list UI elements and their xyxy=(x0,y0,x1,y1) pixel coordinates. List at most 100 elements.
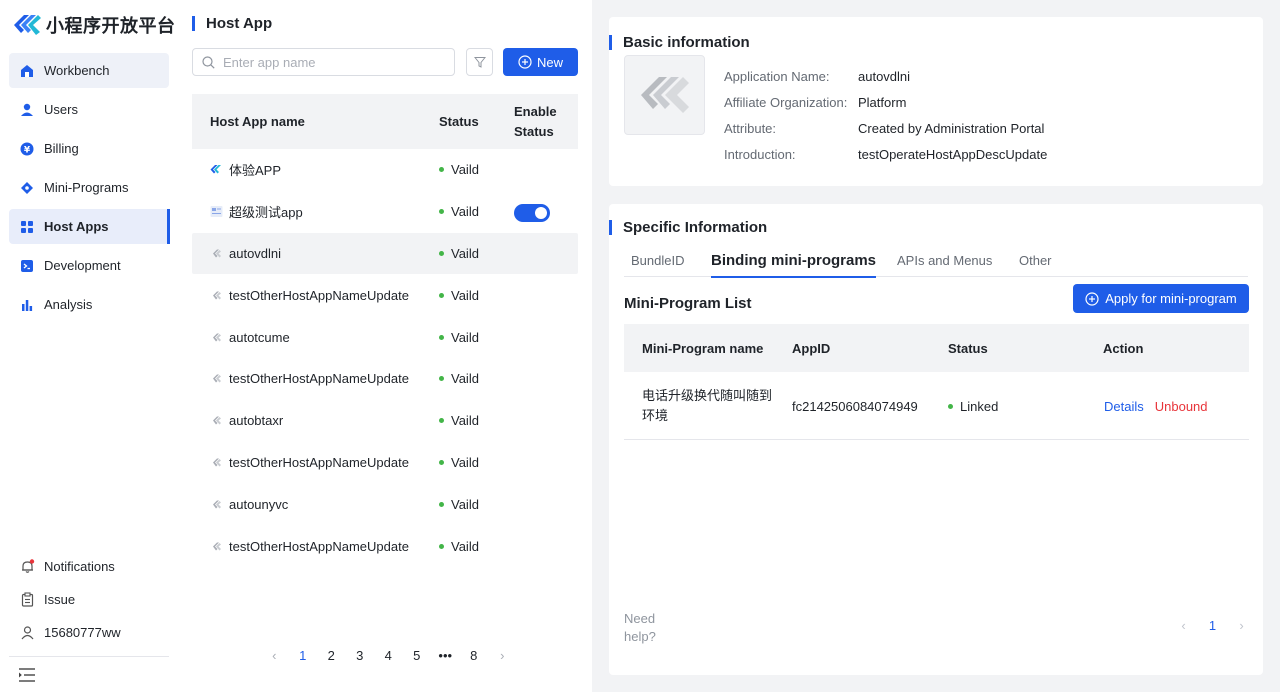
prev-page-icon[interactable]: ‹ xyxy=(1169,618,1198,633)
status-text: Vaild xyxy=(451,329,479,345)
column-header-appid: AppID xyxy=(792,340,831,356)
table-row[interactable]: 体验APP Vaild xyxy=(192,149,578,191)
logo-icon xyxy=(14,15,41,35)
yuan-icon: ¥ xyxy=(19,141,35,157)
prev-page-icon[interactable]: ‹ xyxy=(260,648,289,663)
details-link[interactable]: Details xyxy=(1104,399,1144,414)
table-row[interactable]: 超级测试app Vaild xyxy=(192,191,578,233)
table-row[interactable]: testOtherHostAppNameUpdate Vaild xyxy=(192,358,578,400)
unbound-link[interactable]: Unbound xyxy=(1155,399,1208,414)
brand-name: 小程序开放平台 xyxy=(46,16,176,37)
host-app-name: autobtaxr xyxy=(210,400,283,442)
status-dot xyxy=(948,403,953,409)
page-number[interactable]: 4 xyxy=(374,648,403,663)
sidebar-item-notifications[interactable]: Notifications xyxy=(9,550,169,583)
app-icon xyxy=(213,416,221,425)
sidebar-nav: Workbench Users ¥ Billing Mini-Programs … xyxy=(9,53,170,326)
sidebar-item-issue[interactable]: Issue xyxy=(9,583,169,616)
info-field-value: Created by Administration Portal xyxy=(858,121,1045,136)
sidebar-item-label: Workbench xyxy=(44,63,110,78)
status-dot xyxy=(439,543,444,549)
table-row[interactable]: autobtaxr Vaild xyxy=(192,400,578,442)
home-icon xyxy=(19,63,35,79)
app-icon xyxy=(213,291,221,300)
tab-bundleid[interactable]: BundleID xyxy=(631,244,684,277)
enable-status-toggle[interactable] xyxy=(514,203,550,222)
sidebar-item-label: Host Apps xyxy=(44,219,109,234)
sidebar-item-development[interactable]: Development xyxy=(9,248,169,283)
page-number[interactable]: 3 xyxy=(346,648,375,663)
mini-program-name-line1: 电话升级换代随叫随到 xyxy=(642,388,773,403)
host-app-name: testOtherHostAppNameUpdate xyxy=(210,358,409,400)
search-input[interactable]: Enter app name xyxy=(192,48,455,76)
mini-program-pagination: ‹ 1 › xyxy=(1169,618,1256,633)
page-number[interactable]: 2 xyxy=(317,648,346,663)
page-number[interactable]: 8 xyxy=(460,648,489,663)
plus-circle-icon xyxy=(1085,291,1099,306)
card-title: Specific Information xyxy=(609,219,767,236)
apply-mini-program-button[interactable]: Apply for mini-program xyxy=(1073,284,1249,313)
host-app-status: Vaild xyxy=(439,274,479,316)
collapse-menu-icon[interactable] xyxy=(18,667,36,683)
tab-other[interactable]: Other xyxy=(1019,244,1052,277)
table-row[interactable]: testOtherHostAppNameUpdate Vaild xyxy=(192,442,578,484)
mini-program-list-title: Mini-Program List xyxy=(624,295,752,312)
table-row[interactable]: autovdlni Vaild xyxy=(192,232,578,275)
sidebar-item-host-apps[interactable]: Host Apps xyxy=(9,209,170,244)
column-header-name[interactable]: Host App name xyxy=(210,94,305,149)
brand-logo[interactable]: 小程序开放平台 xyxy=(12,11,176,39)
sidebar-item-label: Issue xyxy=(44,592,76,607)
info-field-label: Affiliate Organization: xyxy=(724,95,848,110)
host-app-name: testOtherHostAppNameUpdate xyxy=(210,525,409,567)
title-accent-bar xyxy=(192,16,195,31)
mini-program-appid: fc2142506084074949 xyxy=(792,398,918,414)
page-number[interactable]: 1 xyxy=(289,648,318,663)
sidebar-item-label: Users xyxy=(44,102,78,117)
tab-binding-mini-programs[interactable]: Binding mini-programs xyxy=(711,244,876,278)
tab-apis-and-menus[interactable]: APIs and Menus xyxy=(897,244,992,277)
page-ellipsis[interactable]: ••• xyxy=(431,648,460,663)
new-app-button[interactable]: New xyxy=(503,48,578,76)
host-app-name-text: autotcume xyxy=(229,329,290,345)
host-app-status: Vaild xyxy=(439,233,479,275)
sidebar-item-mini-programs[interactable]: Mini-Programs xyxy=(9,170,169,205)
status-text: Vaild xyxy=(451,245,479,261)
help-link[interactable]: Need help? xyxy=(624,610,664,646)
status-dot xyxy=(439,376,444,382)
panel-title-text: Host App xyxy=(206,15,273,32)
table-row[interactable]: autounyvc Vaild xyxy=(192,483,578,525)
column-header-enable-status[interactable]: Enable Status xyxy=(514,94,557,149)
sidebar-item-workbench[interactable]: Workbench xyxy=(9,53,169,88)
host-app-name-text: testOtherHostAppNameUpdate xyxy=(229,538,409,554)
next-page-icon[interactable]: › xyxy=(1227,618,1256,633)
host-app-status: Vaild xyxy=(439,400,479,442)
app-icon xyxy=(213,458,221,467)
page-number[interactable]: 1 xyxy=(1198,618,1227,633)
app-logo-thumbnail xyxy=(624,55,705,135)
filter-icon xyxy=(473,57,486,68)
status-text: Vaild xyxy=(451,538,479,554)
table-row: 电话升级换代随叫随到 环境 fc2142506084074949 Linked … xyxy=(624,372,1249,440)
table-row[interactable]: testOtherHostAppNameUpdate Vaild xyxy=(192,274,578,316)
host-app-name: 超级测试app xyxy=(210,191,303,233)
sidebar-item-billing[interactable]: ¥ Billing xyxy=(9,131,169,166)
filter-button[interactable] xyxy=(466,48,493,76)
column-header-action: Action xyxy=(1103,340,1144,356)
sidebar-item-account[interactable]: 15680777ww xyxy=(9,616,169,649)
table-row[interactable]: testOtherHostAppNameUpdate Vaild xyxy=(192,525,578,567)
sidebar-item-analysis[interactable]: Analysis xyxy=(9,287,169,322)
title-accent-bar xyxy=(609,220,612,235)
status-text: Linked xyxy=(960,398,999,414)
clipboard-icon xyxy=(19,592,35,608)
sidebar-item-label: Billing xyxy=(44,141,79,156)
sidebar: 小程序开放平台 Workbench Users ¥ Billing Mini-P… xyxy=(0,0,178,692)
user-icon xyxy=(19,102,35,118)
sidebar-item-label: Notifications xyxy=(44,559,115,574)
bell-icon xyxy=(19,559,35,575)
column-header-status[interactable]: Status xyxy=(439,94,479,149)
table-row[interactable]: autotcume Vaild xyxy=(192,316,578,358)
specific-info-card: Specific Information BundleID Binding mi… xyxy=(609,204,1263,675)
page-number[interactable]: 5 xyxy=(403,648,432,663)
next-page-icon[interactable]: › xyxy=(488,648,517,663)
sidebar-item-users[interactable]: Users xyxy=(9,92,169,127)
